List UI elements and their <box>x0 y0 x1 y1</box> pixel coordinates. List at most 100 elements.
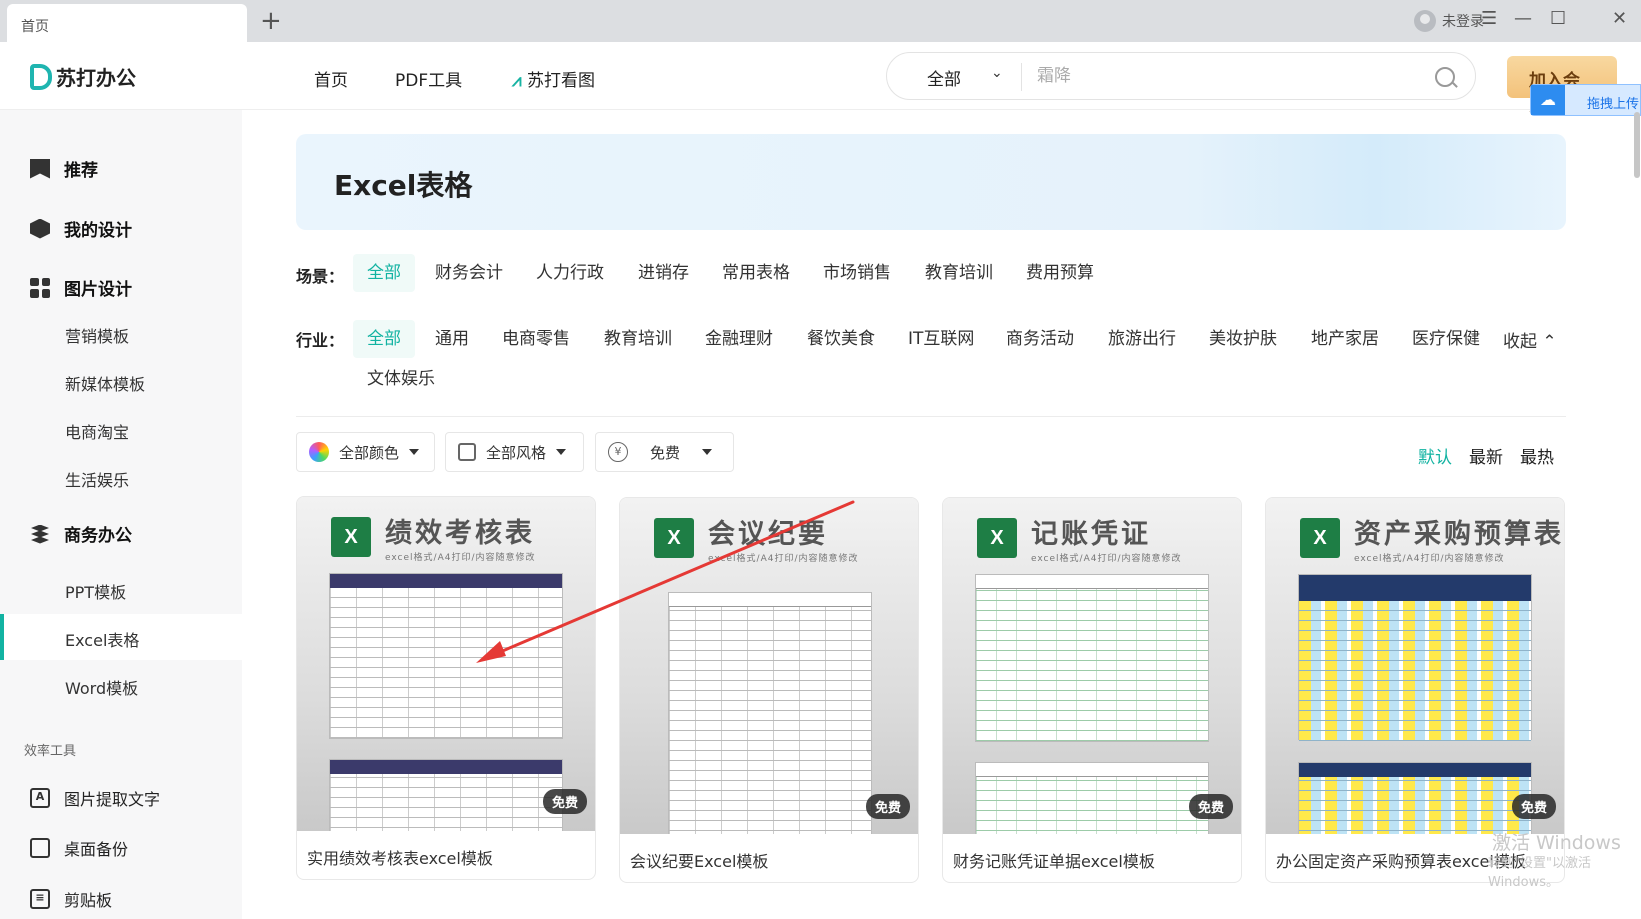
chevron-down-icon[interactable]: ⌄ <box>991 65 1003 81</box>
sidebar-item-ecommerce[interactable]: 电商淘宝 <box>65 419 129 443</box>
viewer-icon: ⩘ <box>512 71 522 91</box>
industry-chip-business[interactable]: 商务活动 <box>992 320 1088 358</box>
free-badge: 免费 <box>865 794 910 819</box>
industry-chip-all[interactable]: 全部 <box>353 320 415 358</box>
template-card[interactable]: X 会议纪要 excel格式/A4打印/内容随意修改 免费 会议纪要Excel模… <box>619 497 919 883</box>
card-title[interactable]: 会议纪要Excel模板 <box>630 848 768 872</box>
style-filter-dropdown[interactable]: 全部风格 <box>445 432 584 472</box>
sidebar-item-ocr[interactable]: A 图片提取文字 <box>30 786 160 810</box>
search-scope-select[interactable]: 全部 <box>927 65 961 90</box>
thumbnail-header: X 资产采购预算表 excel格式/A4打印/内容随意修改 <box>1300 512 1564 564</box>
thumbnail-header: X 记账凭证 excel格式/A4打印/内容随意修改 <box>977 512 1181 564</box>
industry-chip-entertainment[interactable]: 文体娱乐 <box>353 360 449 398</box>
scene-chip-budget[interactable]: 费用预算 <box>1012 254 1108 292</box>
scene-chip-finance[interactable]: 财务会计 <box>421 254 517 292</box>
sidebar-item-new-media[interactable]: 新媒体模板 <box>65 371 145 395</box>
caret-down-icon <box>556 449 567 455</box>
industry-chip-it[interactable]: IT互联网 <box>894 320 988 358</box>
new-tab-button[interactable]: + <box>260 8 282 34</box>
excel-icon: X <box>977 518 1017 558</box>
sidebar-item-word[interactable]: Word模板 <box>65 675 138 699</box>
template-card[interactable]: X 资产采购预算表 excel格式/A4打印/内容随意修改 免费 办公固定资产采… <box>1265 497 1565 883</box>
sidebar-section-tools: 效率工具 <box>24 744 77 759</box>
thumbnail-subtitle: excel格式/A4打印/内容随意修改 <box>1354 554 1505 564</box>
caret-down-icon <box>409 449 420 455</box>
tab-title: 首页 <box>21 19 49 35</box>
thumbnail-title: 会议纪要 <box>708 519 828 550</box>
bookmark-icon <box>30 158 50 179</box>
industry-chip-education[interactable]: 教育培训 <box>590 320 686 358</box>
minimize-button[interactable]: — <box>1514 8 1532 30</box>
brand-logo[interactable]: 苏打办公 <box>30 62 136 91</box>
clipboard-icon: ≡ <box>30 889 50 909</box>
grid-icon <box>30 277 50 298</box>
industry-chip-general[interactable]: 通用 <box>421 320 483 358</box>
template-card[interactable]: X 绩效考核表 excel格式/A4打印/内容随意修改 免费 实用绩效考核表ex… <box>296 496 596 880</box>
card-title[interactable]: 实用绩效考核表excel模板 <box>307 845 493 869</box>
brand-name: 苏打办公 <box>56 66 136 90</box>
sidebar-item-marketing[interactable]: 营销模板 <box>65 323 129 347</box>
price-filter-dropdown[interactable]: ¥ 免费 <box>595 432 734 472</box>
nav-suda-viewer[interactable]: ⩘ 苏打看图 <box>512 66 595 91</box>
sheet-preview <box>668 592 872 834</box>
scene-chip-inventory[interactable]: 进销存 <box>624 254 703 292</box>
nav-home[interactable]: 首页 <box>314 66 348 91</box>
color-filter-dropdown[interactable]: 全部颜色 <box>296 432 435 472</box>
copy-icon <box>30 838 50 858</box>
scene-chip-common[interactable]: 常用表格 <box>708 254 804 292</box>
thumbnail-subtitle: excel格式/A4打印/内容随意修改 <box>385 553 536 563</box>
template-thumbnail: X 会议纪要 excel格式/A4打印/内容随意修改 免费 <box>620 498 918 834</box>
sort-newest[interactable]: 最新 <box>1469 443 1503 468</box>
industry-chip-food[interactable]: 餐饮美食 <box>793 320 889 358</box>
sidebar-item-ppt[interactable]: PPT模板 <box>65 579 126 603</box>
sidebar-item-lifestyle[interactable]: 生活娱乐 <box>65 467 129 491</box>
drag-upload-widget[interactable]: ☁ 拖拽上传 <box>1530 84 1641 116</box>
browser-tab-bar: 首页 + 未登录 ☰ — ☐ ✕ <box>0 0 1641 42</box>
industry-chip-beauty[interactable]: 美妆护肤 <box>1195 320 1291 358</box>
menu-icon[interactable]: ☰ <box>1481 8 1497 30</box>
maximize-button[interactable]: ☐ <box>1550 8 1566 30</box>
sidebar-item-label: 桌面备份 <box>64 840 129 859</box>
template-card[interactable]: X 记账凭证 excel格式/A4打印/内容随意修改 免费 财务记账凭证单据ex… <box>942 497 1242 883</box>
collapse-filter-button[interactable]: 收起 ⌃ <box>1503 327 1557 352</box>
excel-icon: X <box>1300 518 1340 558</box>
browser-tab-home[interactable]: 首页 <box>7 4 247 42</box>
drag-upload-label: 拖拽上传 <box>1587 97 1640 112</box>
sidebar-item-business[interactable]: 商务办公 <box>30 521 132 546</box>
app-header: 苏打办公 首页 PDF工具 ⩘ 苏打看图 全部 ⌄ 加入会员 ☁ 拖拽上传 <box>0 42 1641 116</box>
category-banner: Excel表格 <box>296 134 1566 230</box>
industry-chip-retail[interactable]: 电商零售 <box>488 320 584 358</box>
sort-default[interactable]: 默认 <box>1418 443 1452 468</box>
free-badge: 免费 <box>1188 794 1233 819</box>
industry-chip-travel[interactable]: 旅游出行 <box>1094 320 1190 358</box>
page-scrollbar[interactable] <box>1634 112 1640 178</box>
scene-chip-hr[interactable]: 人力行政 <box>522 254 618 292</box>
industry-chip-realestate[interactable]: 地产家居 <box>1297 320 1393 358</box>
sidebar-item-desktop-backup[interactable]: 桌面备份 <box>30 836 128 860</box>
close-button[interactable]: ✕ <box>1612 8 1627 30</box>
price-filter-label: 免费 <box>650 443 681 462</box>
sort-hottest[interactable]: 最热 <box>1520 443 1554 468</box>
sidebar-item-label: 我的设计 <box>64 221 132 241</box>
layers-icon <box>30 524 50 544</box>
sidebar-item-my-designs[interactable]: 我的设计 <box>30 216 132 241</box>
industry-chip-health[interactable]: 医疗保健 <box>1398 320 1494 358</box>
nav-pdf-tools[interactable]: PDF工具 <box>395 66 462 91</box>
sidebar-item-label: 剪贴板 <box>64 891 113 910</box>
search-input[interactable] <box>1037 61 1407 91</box>
sidebar-item-image-design[interactable]: 图片设计 <box>30 275 132 300</box>
user-login[interactable]: 未登录 <box>1414 10 1484 32</box>
sheet-preview <box>975 762 1209 834</box>
cloud-upload-icon: ☁ <box>1531 85 1565 115</box>
excel-icon: X <box>331 517 371 557</box>
sidebar-item-excel[interactable]: Excel表格 <box>0 614 242 660</box>
industry-chip-finance[interactable]: 金融理财 <box>691 320 787 358</box>
card-title[interactable]: 财务记账凭证单据excel模板 <box>953 848 1155 872</box>
search-box: 全部 ⌄ <box>886 52 1476 100</box>
scene-chip-all[interactable]: 全部 <box>353 254 415 292</box>
sidebar-item-clipboard[interactable]: ≡ 剪贴板 <box>30 887 112 911</box>
scene-chip-marketing[interactable]: 市场销售 <box>809 254 905 292</box>
sidebar-item-recommend[interactable]: 推荐 <box>30 156 98 181</box>
search-icon[interactable] <box>1435 67 1455 87</box>
scene-chip-education[interactable]: 教育培训 <box>911 254 1007 292</box>
